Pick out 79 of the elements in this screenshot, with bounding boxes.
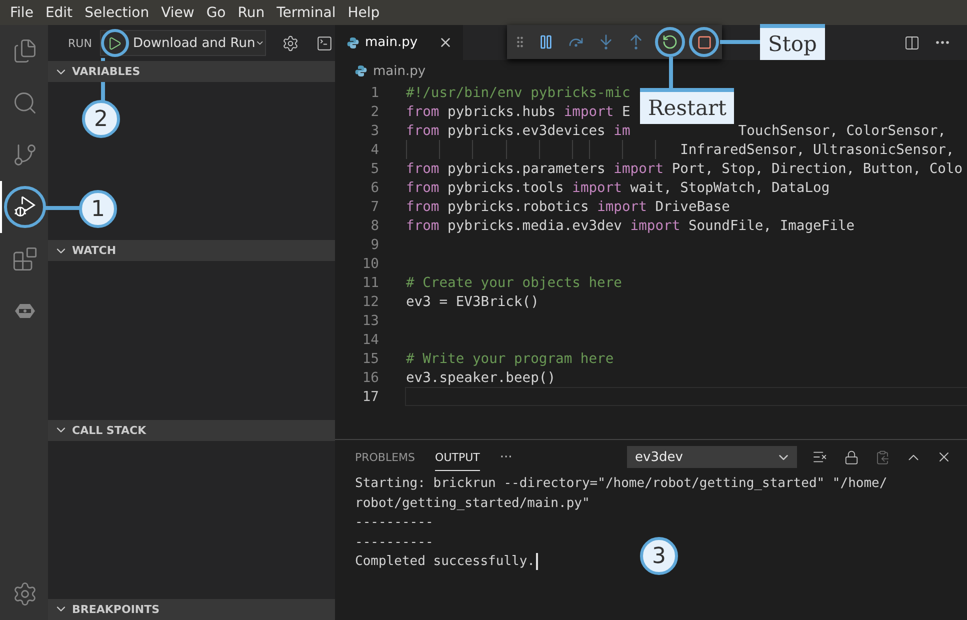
step-into-icon <box>598 34 614 50</box>
output-line: Starting: brickrun --directory="/home/robot/getting_started" "/home/ <box>355 475 888 493</box>
line-number: 9 <box>370 236 379 252</box>
code-line: from pybricks.media.ev3dev import SoundFile, ImageFile <box>406 218 855 234</box>
line-number: 14 <box>361 332 379 348</box>
section-header[interactable]: VARIABLES <box>48 61 335 82</box>
python-file-icon <box>347 36 359 48</box>
pause-icon <box>538 34 554 50</box>
code-line: from pybricks.robotics import DriveBase <box>406 198 730 214</box>
output-line: robot/getting_started/main.py" <box>355 494 590 512</box>
code-line: from pybricks.parameters import Port, Stop, Direction, Button, Colo <box>406 160 963 176</box>
code-line: #!/usr/bin/env pybricks-mic <box>406 84 630 100</box>
menu-item[interactable]: File <box>4 4 40 20</box>
line-number: 13 <box>361 312 379 328</box>
output-line: ---------- <box>355 514 434 532</box>
clear-list-icon <box>812 449 828 465</box>
line-number: 12 <box>361 294 379 310</box>
extensions-icon <box>12 246 38 272</box>
editor-tab[interactable]: main.py <box>335 25 463 60</box>
more-views-button[interactable]: ··· <box>500 450 512 464</box>
panel-tab[interactable]: PROBLEMS <box>355 443 416 471</box>
terminal-icon <box>316 34 334 52</box>
section-header[interactable]: CALL STACK <box>48 420 335 441</box>
configuration-dropdown[interactable]: Download and Run <box>100 30 266 56</box>
menu-item[interactable]: Terminal <box>270 4 342 20</box>
line-number: 15 <box>361 350 379 366</box>
restart-icon <box>662 34 678 50</box>
gear-icon <box>282 34 300 52</box>
line-number: 2 <box>370 104 379 120</box>
text-cursor <box>536 553 538 570</box>
code-line: from pybricks.ev3devices im TouchSensor, ColorSensor, <box>406 122 946 138</box>
section-header[interactable]: WATCH <box>48 240 335 262</box>
split-icon <box>904 34 920 50</box>
code-line: ev3 = EV3Brick() <box>406 294 539 310</box>
branch-icon <box>12 142 38 168</box>
line-number: 6 <box>370 180 379 196</box>
code-line: # Create your objects here <box>406 274 622 290</box>
code-line: from pybricks.tools import wait, StopWatch, DataLog <box>406 180 830 196</box>
clipboard-icon <box>874 450 890 464</box>
callout-label: Restart <box>640 88 734 124</box>
code-line: ev3.speaker.beep() <box>406 370 556 386</box>
code-line: # Write your program here <box>406 350 614 366</box>
search-icon <box>12 90 38 116</box>
line-number: 5 <box>370 160 379 176</box>
line-number: 10 <box>361 256 379 272</box>
line-number: 4 <box>370 142 379 158</box>
output-channel-dropdown[interactable]: ev3dev <box>627 446 797 468</box>
files-icon <box>12 38 38 64</box>
line-number: 17 <box>361 388 379 404</box>
sidebar-title: RUN <box>68 36 92 50</box>
menu-item[interactable]: Edit <box>39 4 79 20</box>
code-line: from pybricks.hubs import E <box>406 104 630 120</box>
line-number: 7 <box>370 198 379 214</box>
line-number: 16 <box>361 370 379 386</box>
output-line: ---------- <box>355 534 434 552</box>
menu-item[interactable]: Help <box>342 4 386 20</box>
callout-label: Stop <box>760 24 825 60</box>
line-number: 8 <box>370 218 379 234</box>
output-line: Completed successfully. <box>355 553 536 571</box>
configuration-name: Download and Run <box>132 36 256 50</box>
breadcrumb[interactable]: main.py <box>373 64 426 78</box>
section-header[interactable]: BREAKPOINTS <box>48 598 335 620</box>
menu-item[interactable]: Run <box>232 4 271 20</box>
stop-icon <box>696 34 712 50</box>
settings-icon[interactable] <box>12 581 38 607</box>
menu-item[interactable]: Go <box>200 4 232 20</box>
play-icon <box>107 36 122 50</box>
menu-item[interactable]: Selection <box>78 4 156 20</box>
close-icon[interactable] <box>438 35 453 50</box>
line-number: 1 <box>370 84 379 100</box>
line-number: 3 <box>370 122 379 138</box>
line-number: 11 <box>361 274 379 290</box>
panel-tab[interactable]: OUTPUT <box>435 443 480 471</box>
code-line: InfraredSensor, UltrasonicSensor, <box>680 142 954 158</box>
python-file-icon <box>355 65 367 77</box>
ellipsis-icon <box>936 41 948 44</box>
lock-icon <box>844 450 858 464</box>
menu-item[interactable]: View <box>155 4 200 20</box>
step-out-icon <box>628 34 644 50</box>
